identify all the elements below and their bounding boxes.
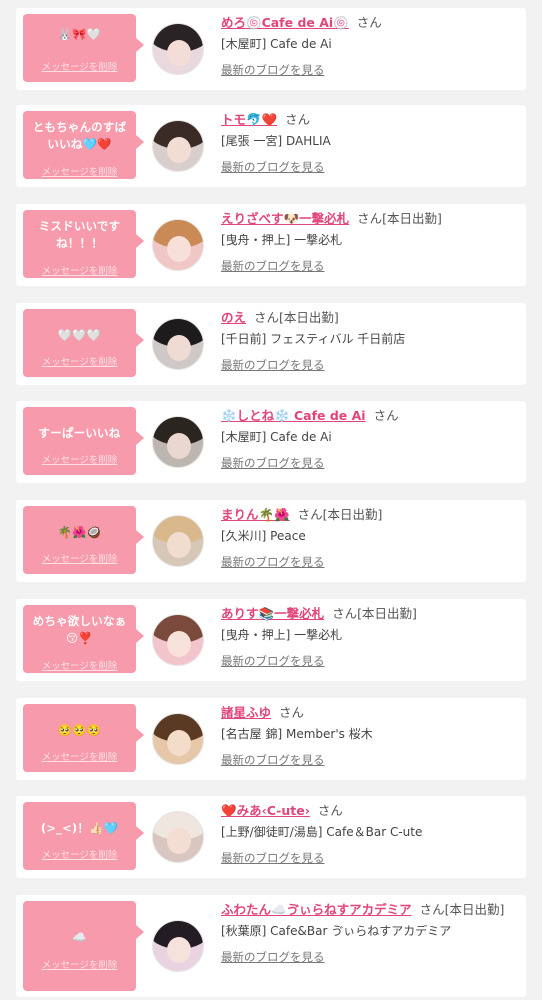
cast-name-link[interactable]: 諸星ふゆ: [221, 705, 271, 720]
shop-info: [木屋町] Cafe de Ai: [221, 37, 332, 51]
list-item: ☁️ メッセージを削除 ふわたん☁️ゔぃらねすアカデミア さん[本日出勤] [秋葉…: [16, 895, 526, 997]
cast-name-link[interactable]: ふわたん☁️ゔぃらねすアカデミア: [221, 902, 412, 917]
latest-blog-link[interactable]: 最新のブログを見る: [221, 949, 521, 965]
cast-name-link[interactable]: まりん🌴🌺: [221, 507, 290, 522]
san-suffix: さん: [373, 408, 399, 423]
avatar[interactable]: [152, 23, 204, 75]
shop-info: [久米川] Peace: [221, 529, 306, 543]
avatar[interactable]: [152, 219, 204, 271]
list-item: 🌴🌺🥥 メッセージを削除 まりん🌴🌺 さん[本日出勤] [久米川] Peace 最…: [16, 500, 526, 582]
message-bubble: ミスドいいですね！！！ メッセージを削除: [23, 210, 144, 278]
cast-name-link[interactable]: えりざべす🐶一撃必札: [221, 211, 349, 226]
san-suffix: さん: [357, 211, 383, 226]
message-bubble: ともちゃんのすばいいね🩵❤️ メッセージを削除: [23, 111, 144, 179]
shop-info: [曳舟・押上] 一撃必札: [221, 233, 343, 247]
message-bubble: (>_<)！👍🏻🩵 メッセージを削除: [23, 802, 144, 870]
list-item: 🐰🎀🤍 メッセージを削除 めろ🍥Cafe de Ai🍥 さん [木屋町] Cafe…: [16, 8, 526, 90]
avatar[interactable]: [152, 318, 204, 370]
delete-message-link[interactable]: メッセージを削除: [23, 551, 136, 565]
delete-message-link[interactable]: メッセージを削除: [23, 263, 136, 277]
san-suffix: さん: [356, 15, 382, 30]
attendance-badge: [本日出勤]: [279, 310, 339, 325]
list-item: ミスドいいですね！！！ メッセージを削除 えりざべす🐶一撃必札 さん[本日出勤] …: [16, 204, 526, 286]
latest-blog-link[interactable]: 最新のブログを見る: [221, 554, 521, 570]
message-text: ともちゃんのすばいいね🩵❤️: [32, 120, 127, 151]
delete-message-link[interactable]: メッセージを削除: [23, 164, 136, 178]
message-text: めちゃ欲しいなぁ😚❣️: [32, 614, 127, 645]
delete-message-link[interactable]: メッセージを削除: [23, 59, 136, 73]
san-suffix: さん: [419, 902, 445, 917]
message-bubble: 🤍🤍🤍 メッセージを削除: [23, 309, 144, 377]
attendance-badge: [本日出勤]: [382, 211, 442, 226]
message-text: すーぱーいいね: [38, 426, 121, 440]
list-item: 🤍🤍🤍 メッセージを削除 のえ さん[本日出勤] [千日前] フェスティバル 千日…: [16, 303, 526, 385]
list-item: すーぱーいいね メッセージを削除 ❄️しとね❄️ Cafe de Ai さん [木…: [16, 401, 526, 483]
message-text: 🥺🥺🥺: [57, 723, 102, 737]
san-suffix: さん: [332, 606, 358, 621]
shop-info: [名古屋 錦] Member's 桜木: [221, 727, 373, 741]
attendance-badge: [本日出勤]: [357, 606, 417, 621]
latest-blog-link[interactable]: 最新のブログを見る: [221, 62, 521, 78]
message-bubble: すーぱーいいね メッセージを削除: [23, 407, 144, 475]
list-item: (>_<)！👍🏻🩵 メッセージを削除 ❤️みあ‹C-ute› さん [上野/御徒町…: [16, 796, 526, 878]
attendance-badge: [本日出勤]: [322, 507, 383, 522]
avatar[interactable]: [152, 713, 204, 765]
cast-name-link[interactable]: ❄️しとね❄️ Cafe de Ai: [221, 408, 366, 423]
san-suffix: さん: [317, 803, 343, 818]
avatar[interactable]: [152, 811, 204, 863]
latest-blog-link[interactable]: 最新のブログを見る: [221, 455, 521, 471]
latest-blog-link[interactable]: 最新のブログを見る: [221, 850, 521, 866]
avatar[interactable]: [152, 515, 204, 567]
san-suffix: さん: [254, 310, 280, 325]
cast-name-link[interactable]: ありす📚一撃必札: [221, 606, 324, 621]
delete-message-link[interactable]: メッセージを削除: [23, 354, 136, 368]
message-text: 🤍🤍🤍: [57, 328, 102, 342]
message-bubble: めちゃ欲しいなぁ😚❣️ メッセージを削除: [23, 605, 144, 673]
latest-blog-link[interactable]: 最新のブログを見る: [221, 159, 521, 175]
shop-info: [木屋町] Cafe de Ai: [221, 430, 332, 444]
cast-name-link[interactable]: トモ🐬❤️: [221, 112, 277, 127]
latest-blog-link[interactable]: 最新のブログを見る: [221, 258, 521, 274]
latest-blog-link[interactable]: 最新のブログを見る: [221, 653, 521, 669]
message-text: 🌴🌺🥥: [57, 525, 102, 539]
shop-info: [曳舟・押上] 一撃必札: [221, 628, 343, 642]
list-item: ともちゃんのすばいいね🩵❤️ メッセージを削除 トモ🐬❤️ さん [尾張 一宮] …: [16, 105, 526, 187]
cast-name-link[interactable]: のえ: [221, 310, 246, 325]
attendance-badge: [本日出勤]: [444, 902, 505, 917]
message-bubble: ☁️ メッセージを削除: [23, 901, 144, 991]
shop-info: [秋葉原] Cafe&Bar ゔぃらねすアカデミア: [221, 924, 452, 938]
message-text: ☁️: [72, 930, 87, 944]
message-bubble: 🥺🥺🥺 メッセージを削除: [23, 704, 144, 772]
delete-message-link[interactable]: メッセージを削除: [23, 452, 136, 466]
latest-blog-link[interactable]: 最新のブログを見る: [221, 357, 521, 373]
message-text: 🐰🎀🤍: [57, 27, 102, 41]
shop-info: [千日前] フェスティバル 千日前店: [221, 332, 406, 346]
san-suffix: さん: [279, 705, 305, 720]
message-bubble: 🐰🎀🤍 メッセージを削除: [23, 14, 144, 82]
avatar[interactable]: [152, 614, 204, 666]
shop-info: [尾張 一宮] DAHLIA: [221, 134, 331, 148]
delete-message-link[interactable]: メッセージを削除: [23, 749, 136, 763]
message-text: ミスドいいですね！！！: [38, 219, 121, 250]
list-item: めちゃ欲しいなぁ😚❣️ メッセージを削除 ありす📚一撃必札 さん[本日出勤] [曳…: [16, 599, 526, 681]
avatar[interactable]: [152, 416, 204, 468]
shop-info: [上野/御徒町/湯島] Cafe＆Bar C-ute: [221, 825, 423, 839]
avatar[interactable]: [152, 120, 204, 172]
san-suffix: さん: [297, 507, 323, 522]
delete-message-link[interactable]: メッセージを削除: [23, 847, 136, 861]
list-item: 🥺🥺🥺 メッセージを削除 諸星ふゆ さん [名古屋 錦] Member's 桜木 …: [16, 698, 526, 780]
delete-message-link[interactable]: メッセージを削除: [23, 658, 136, 672]
message-bubble: 🌴🌺🥥 メッセージを削除: [23, 506, 144, 574]
delete-message-link[interactable]: メッセージを削除: [23, 957, 136, 971]
cast-name-link[interactable]: めろ🍥Cafe de Ai🍥: [221, 15, 349, 30]
cast-name-link[interactable]: ❤️みあ‹C-ute›: [221, 803, 310, 818]
latest-blog-link[interactable]: 最新のブログを見る: [221, 752, 521, 768]
san-suffix: さん: [285, 112, 311, 127]
message-text: (>_<)！👍🏻🩵: [40, 821, 119, 835]
avatar[interactable]: [152, 920, 204, 972]
